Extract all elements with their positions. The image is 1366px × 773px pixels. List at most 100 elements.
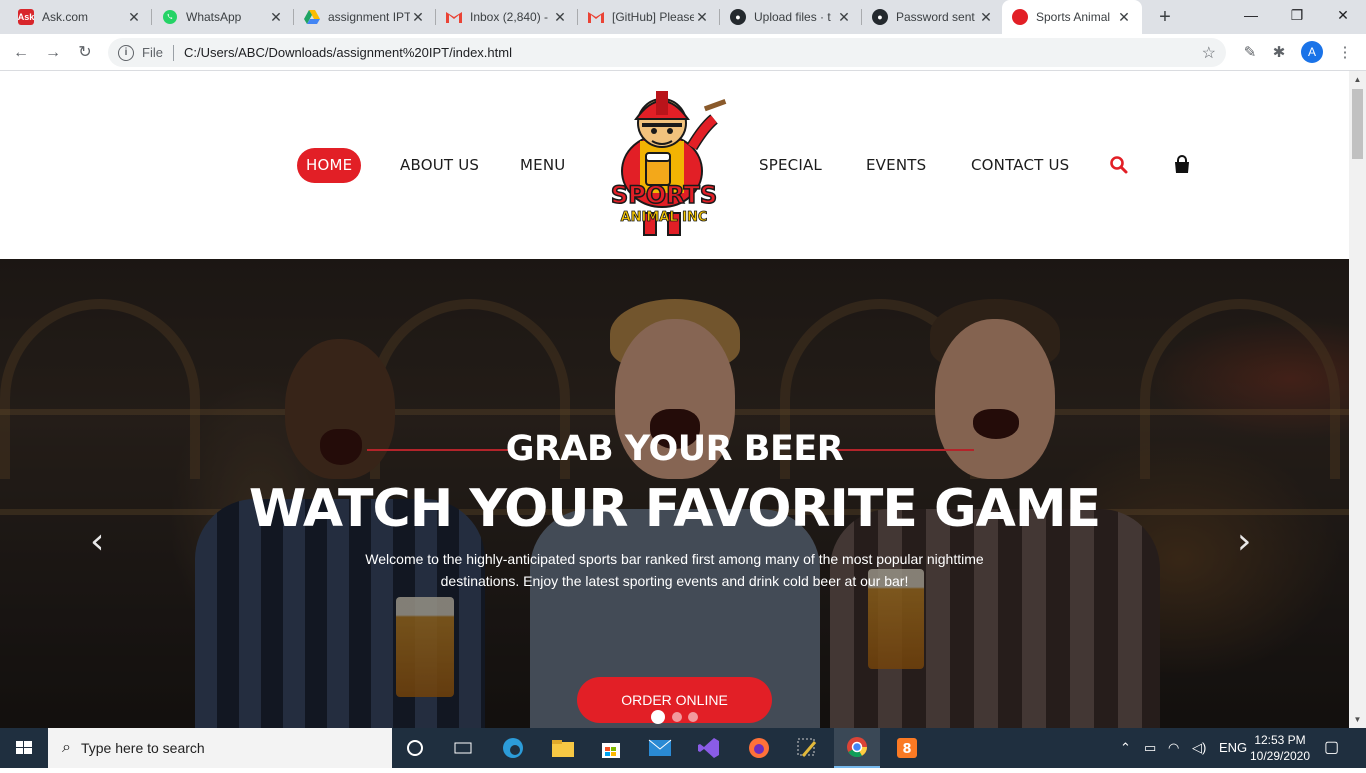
whatsapp-icon <box>162 9 178 25</box>
address-bar[interactable]: i File C:/Users/ABC/Downloads/assignment… <box>108 38 1226 67</box>
shopping-bag-icon[interactable] <box>1172 155 1194 177</box>
file-explorer-icon[interactable] <box>540 728 586 768</box>
url-text[interactable]: C:/Users/ABC/Downloads/assignment%20IPT/… <box>184 45 512 60</box>
github-icon: ● <box>872 9 888 25</box>
maximize-button[interactable]: ❐ <box>1274 0 1320 30</box>
tab-title: Password sent <box>896 10 975 24</box>
tab-6[interactable]: ● Password sent ✕ <box>862 0 1004 34</box>
close-icon[interactable]: ✕ <box>552 9 568 26</box>
visual-studio-icon[interactable] <box>686 728 732 768</box>
slide-dot-3[interactable] <box>688 712 698 722</box>
nav-home[interactable]: HOME <box>297 148 362 183</box>
tab-4[interactable]: [GitHub] Please ✕ <box>578 0 720 34</box>
extensions-puzzle-icon[interactable]: ✱ <box>1268 42 1290 64</box>
nav-menu[interactable]: MENU <box>520 148 565 183</box>
forward-button[interactable]: → <box>40 40 66 66</box>
next-slide-chevron-icon[interactable]: › <box>1237 521 1251 562</box>
notifications-icon[interactable]: ▢ <box>1324 728 1339 768</box>
tab-title: Inbox (2,840) - <box>470 10 549 24</box>
tray-chevron-up-icon[interactable]: ⌃ <box>1120 728 1131 768</box>
tab-title: Ask.com <box>42 10 89 24</box>
windows-start-icon[interactable] <box>0 728 48 768</box>
search-icon[interactable] <box>1109 155 1131 177</box>
search-icon: ⌕ <box>62 739 71 756</box>
reload-button[interactable]: ↻ <box>72 40 98 66</box>
hero-subtitle: GRAB YOUR BEER <box>505 429 844 469</box>
hero-description-line: destinations. Enjoy the latest sporting … <box>440 573 909 589</box>
url-scheme: File <box>142 45 163 60</box>
page-scrollbar[interactable]: ▲ ▼ <box>1349 71 1366 728</box>
logo-text-sports: SPORTS <box>611 181 717 209</box>
nav-events[interactable]: EVENTS <box>866 148 926 183</box>
menu-kebab-icon[interactable]: ⋮ <box>1334 42 1356 64</box>
info-icon[interactable]: i <box>118 44 134 61</box>
slide-dot-1[interactable] <box>651 710 665 724</box>
system-clock[interactable]: 12:53 PM 10/29/2020 <box>1240 732 1320 764</box>
tab-title: WhatsApp <box>186 10 242 24</box>
tab-title: [GitHub] Please <box>612 10 694 24</box>
nav-contact-us[interactable]: CONTACT US <box>971 148 1069 183</box>
nav-about-us[interactable]: ABOUT US <box>400 148 479 183</box>
close-icon[interactable]: ✕ <box>1116 9 1132 26</box>
hero-description: Welcome to the highly-anticipated sports… <box>350 548 999 592</box>
task-view-icon[interactable] <box>440 728 486 768</box>
bookmark-star-icon[interactable]: ☆ <box>1202 43 1216 63</box>
close-window-button[interactable]: ✕ <box>1320 0 1366 30</box>
scroll-up-icon[interactable]: ▲ <box>1349 71 1366 88</box>
gmail-icon <box>588 9 604 25</box>
drive-icon <box>304 9 320 25</box>
tab-title: Sports Animal <box>1036 10 1111 24</box>
prev-slide-chevron-icon[interactable]: ‹ <box>90 521 104 562</box>
tab-title: Upload files · t <box>754 10 831 24</box>
nav-special[interactable]: SPECIAL <box>759 148 822 183</box>
battery-icon[interactable]: ▭ <box>1144 728 1156 768</box>
close-icon[interactable]: ✕ <box>126 9 142 26</box>
slide-dot-2[interactable] <box>672 712 682 722</box>
volume-icon[interactable]: ◁) <box>1192 728 1206 768</box>
ask-icon: Ask <box>18 9 34 25</box>
xampp-icon[interactable]: 8 <box>884 728 930 768</box>
store-icon[interactable] <box>588 728 634 768</box>
minimize-button[interactable]: — <box>1228 0 1274 30</box>
site-header: HOME ABOUT US MENU SPORTS ANIMAL INC SPE… <box>0 71 1349 259</box>
scroll-thumb[interactable] <box>1352 89 1363 159</box>
close-icon[interactable]: ✕ <box>978 9 994 26</box>
svg-text:8: 8 <box>902 742 911 757</box>
extension-pen-icon[interactable]: ✎ <box>1239 42 1261 64</box>
github-icon: ● <box>730 9 746 25</box>
back-button[interactable]: ← <box>8 40 34 66</box>
hero-slider: GRAB YOUR BEER WATCH YOUR FAVORITE GAME … <box>0 259 1349 728</box>
tab-strip: Ask Ask.com ✕ WhatsApp ✕ assignment IPT … <box>0 0 1366 34</box>
browser-toolbar: ← → ↻ i File C:/Users/ABC/Downloads/assi… <box>0 34 1366 71</box>
tab-2[interactable]: assignment IPT ✕ <box>294 0 436 34</box>
scroll-down-icon[interactable]: ▼ <box>1349 711 1366 728</box>
tab-0[interactable]: Ask Ask.com ✕ <box>8 0 152 34</box>
gmail-icon <box>446 9 462 25</box>
sports-animal-logo[interactable]: SPORTS ANIMAL INC <box>596 85 732 243</box>
new-tab-button[interactable]: + <box>1152 4 1178 30</box>
tab-title: assignment IPT <box>328 10 410 24</box>
page-viewport: HOME ABOUT US MENU SPORTS ANIMAL INC SPE… <box>0 71 1349 728</box>
firefox-icon[interactable] <box>736 728 782 768</box>
cortana-icon[interactable] <box>392 728 438 768</box>
snipping-tool-icon[interactable] <box>784 728 830 768</box>
close-icon[interactable]: ✕ <box>410 9 426 26</box>
tab-3[interactable]: Inbox (2,840) - ✕ <box>436 0 578 34</box>
chrome-icon[interactable] <box>834 728 880 768</box>
hero-description-line: Welcome to the highly-anticipated sports… <box>365 551 984 567</box>
search-placeholder: Type here to search <box>80 740 205 756</box>
close-icon[interactable]: ✕ <box>694 9 710 26</box>
close-icon[interactable]: ✕ <box>268 9 284 26</box>
clock-date: 10/29/2020 <box>1249 749 1311 763</box>
edge-icon[interactable] <box>490 728 536 768</box>
hero-title: WATCH YOUR FAVORITE GAME <box>248 479 1101 539</box>
close-icon[interactable]: ✕ <box>836 9 852 26</box>
profile-avatar[interactable]: A <box>1301 41 1323 63</box>
wifi-icon[interactable]: ◠ <box>1168 728 1179 768</box>
tab-1[interactable]: WhatsApp ✕ <box>152 0 294 34</box>
taskbar-search-input[interactable]: ⌕ Type here to search <box>48 728 392 768</box>
windows-taskbar: ⌕ Type here to search 8 ⌃ ▭ ◠ ◁) ENG 12:… <box>0 728 1366 768</box>
mail-icon[interactable] <box>637 728 683 768</box>
tab-5[interactable]: ● Upload files · t ✕ <box>720 0 862 34</box>
tab-7[interactable]: Sports Animal ✕ <box>1002 0 1142 34</box>
